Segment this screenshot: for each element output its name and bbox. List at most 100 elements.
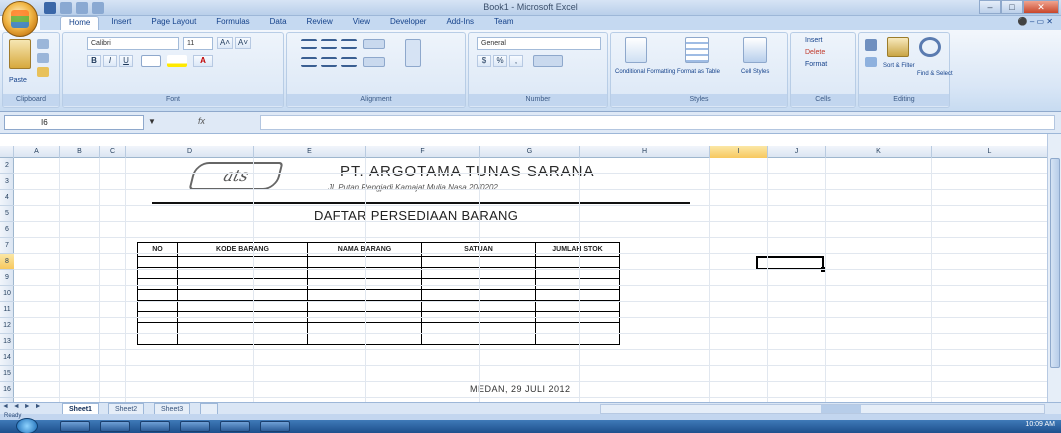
borders-icon[interactable] [141, 55, 161, 67]
row-header-12[interactable]: 12 [0, 318, 14, 334]
column-header-b[interactable]: B [60, 146, 100, 158]
row-header-6[interactable]: 6 [0, 222, 14, 238]
column-header-d[interactable]: D [126, 146, 254, 158]
taskbar-clock[interactable]: 10:09 AM [1025, 421, 1055, 428]
table-cell[interactable] [137, 333, 178, 345]
percent-button[interactable]: % [493, 55, 507, 67]
row-header-10[interactable]: 10 [0, 286, 14, 302]
delete-cells-button[interactable]: Delete [805, 49, 825, 56]
font-color-button[interactable]: A [193, 55, 213, 67]
align-center-icon[interactable] [321, 57, 337, 67]
horizontal-scroll-thumb[interactable] [821, 405, 861, 413]
bold-button[interactable]: B [87, 55, 101, 67]
table-cell[interactable] [535, 256, 620, 268]
table-cell[interactable] [177, 256, 308, 268]
column-header-c[interactable]: C [100, 146, 126, 158]
select-all-corner[interactable] [0, 146, 14, 158]
sort-filter-icon[interactable] [887, 37, 909, 57]
sort-filter-button[interactable]: Sort & Filter [883, 63, 915, 69]
row-header-3[interactable]: 3 [0, 174, 14, 190]
autosum-icon[interactable] [865, 39, 877, 51]
row-header-2[interactable]: 2 [0, 158, 14, 174]
conditional-formatting-icon[interactable] [625, 37, 647, 63]
row-header-8[interactable]: 8 [0, 254, 14, 270]
column-header-e[interactable]: E [254, 146, 366, 158]
paste-icon[interactable] [9, 39, 31, 69]
close-button[interactable]: ✕ [1023, 0, 1059, 14]
table-cell[interactable] [177, 278, 308, 290]
tab-view[interactable]: View [345, 16, 378, 30]
office-button[interactable] [2, 1, 38, 37]
column-header-g[interactable]: G [480, 146, 580, 158]
row-header-7[interactable]: 7 [0, 238, 14, 254]
shrink-font-button[interactable]: A˅ [235, 37, 251, 49]
vertical-scrollbar[interactable] [1047, 134, 1061, 402]
row-header-4[interactable]: 4 [0, 190, 14, 206]
taskbar-paint-icon[interactable] [260, 421, 290, 432]
align-middle-icon[interactable] [321, 39, 337, 49]
table-cell[interactable] [535, 278, 620, 290]
row-header-5[interactable]: 5 [0, 206, 14, 222]
insert-cells-button[interactable]: Insert [805, 37, 823, 44]
table-cell[interactable] [177, 333, 308, 345]
fx-icon[interactable]: fx [158, 115, 258, 130]
find-select-icon[interactable] [919, 37, 941, 57]
vertical-scroll-thumb[interactable] [1050, 158, 1060, 368]
decimal-icon[interactable] [533, 55, 563, 67]
minimize-button[interactable]: – [979, 0, 1001, 14]
row-header-16[interactable]: 16 [0, 382, 14, 398]
format-as-table-button[interactable]: Format as Table [677, 69, 720, 75]
column-header-f[interactable]: F [366, 146, 480, 158]
tab-review[interactable]: Review [299, 16, 341, 30]
tab-developer[interactable]: Developer [382, 16, 434, 30]
fill-color-icon[interactable] [167, 55, 187, 67]
align-top-icon[interactable] [301, 39, 317, 49]
tab-add-ins[interactable]: Add-Ins [438, 16, 482, 30]
table-cell[interactable] [535, 289, 620, 301]
row-header-13[interactable]: 13 [0, 334, 14, 350]
italic-button[interactable]: I [103, 55, 117, 67]
align-left-icon[interactable] [301, 57, 317, 67]
row-header-9[interactable]: 9 [0, 270, 14, 286]
table-cell[interactable] [177, 289, 308, 301]
tab-data[interactable]: Data [262, 16, 295, 30]
sheet-nav-arrows[interactable]: ◄ ◄ ► ► [2, 403, 43, 410]
format-painter-icon[interactable] [37, 67, 49, 77]
table-cell[interactable] [137, 278, 178, 290]
column-header-j[interactable]: J [768, 146, 826, 158]
table-cell[interactable] [137, 289, 178, 301]
tab-page-layout[interactable]: Page Layout [143, 16, 204, 30]
row-header-11[interactable]: 11 [0, 302, 14, 318]
table-cell[interactable] [535, 322, 620, 334]
taskbar-explorer-icon[interactable] [100, 421, 130, 432]
taskbar-media-icon[interactable] [140, 421, 170, 432]
tab-home[interactable]: Home [60, 16, 100, 30]
table-cell[interactable] [177, 322, 308, 334]
font-size-field[interactable]: 11 [183, 37, 213, 50]
formula-input[interactable] [260, 115, 1055, 130]
table-cell[interactable] [137, 322, 178, 334]
cell-styles-icon[interactable] [743, 37, 767, 63]
maximize-button[interactable]: □ [1001, 0, 1023, 14]
tab-team[interactable]: Team [486, 16, 522, 30]
find-select-button[interactable]: Find & Select [917, 71, 953, 77]
table-cell[interactable] [137, 300, 178, 312]
font-name-field[interactable]: Calibri [87, 37, 179, 50]
indent-icon[interactable] [363, 57, 385, 67]
cell-styles-button[interactable]: Cell Styles [741, 69, 769, 75]
currency-button[interactable]: $ [477, 55, 491, 67]
grow-font-button[interactable]: A˄ [217, 37, 233, 49]
name-box[interactable]: I6 [4, 115, 144, 130]
table-cell[interactable] [535, 333, 620, 345]
name-box-dropdown-icon[interactable]: ▼ [148, 117, 156, 126]
underline-button[interactable]: U [119, 55, 133, 67]
format-as-table-icon[interactable] [685, 37, 709, 63]
tab-formulas[interactable]: Formulas [208, 16, 257, 30]
conditional-formatting-button[interactable]: Conditional Formatting [615, 69, 675, 75]
taskbar-excel-icon[interactable] [220, 421, 250, 432]
ribbon-window-controls[interactable]: ⚫ – ▭ ✕ [1018, 17, 1053, 26]
format-cells-button[interactable]: Format [805, 61, 827, 68]
column-header-a[interactable]: A [14, 146, 60, 158]
orientation-icon[interactable] [363, 39, 385, 49]
column-header-k[interactable]: K [826, 146, 932, 158]
